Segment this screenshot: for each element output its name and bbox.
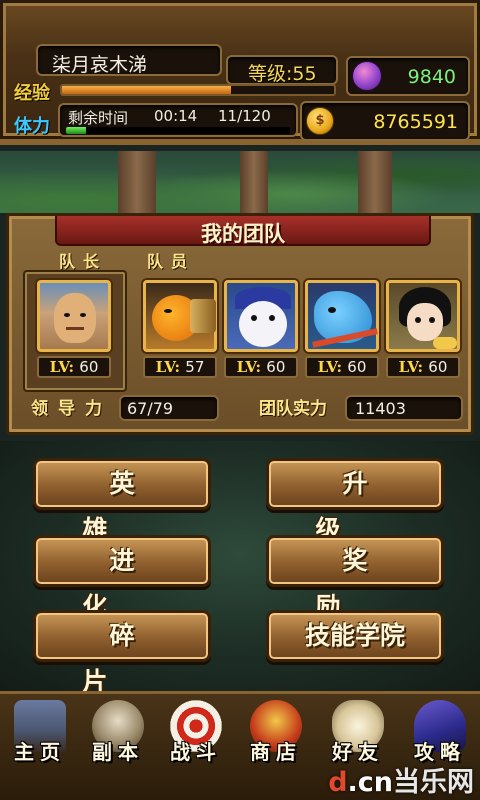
captain-portrait[interactable] <box>37 280 111 352</box>
eye <box>328 307 336 313</box>
eye <box>251 315 257 321</box>
lv-prefix: LV: <box>236 358 262 376</box>
leadership-value: 67/79 <box>127 399 174 418</box>
team-panel: 我的团队 队长 队员 LV: 60 LV: 57 LV: 60 LV: 60 L… <box>6 213 474 435</box>
nav-label: 战斗 <box>170 740 222 764</box>
level-field: 等级:55 <box>226 55 338 85</box>
eye <box>429 317 435 323</box>
eye <box>164 309 172 313</box>
exp-bar-fill <box>62 86 231 94</box>
team-power-value: 11403 <box>355 399 406 418</box>
gold-coin-icon: $ <box>306 107 334 135</box>
exp-bar <box>60 84 336 96</box>
gems-counter[interactable]: 9840 <box>346 56 470 96</box>
lv-prefix: LV: <box>49 358 75 376</box>
watermark-brand: 当乐网 <box>393 767 474 798</box>
lv-prefix: LV: <box>398 358 424 376</box>
stamina-label: 体力 <box>14 116 50 137</box>
eye <box>64 313 70 317</box>
mouth <box>66 327 84 330</box>
stamina-timer: 00:14 <box>154 107 198 125</box>
member-portrait[interactable] <box>224 280 298 352</box>
watermark-d: d <box>328 767 348 798</box>
forest-background <box>0 151 480 213</box>
members-label: 队员 <box>147 252 196 271</box>
menu-background: 英雄 升级 进化 奖励 碎片 技能学院 <box>0 441 480 696</box>
fragments-button[interactable]: 碎片 <box>33 610 211 696</box>
rewards-button[interactable]: 奖励 <box>266 535 444 621</box>
cannon <box>190 299 216 333</box>
member-portrait[interactable] <box>143 280 217 352</box>
eye <box>415 317 421 323</box>
member-level-tag: LV: 60 <box>386 356 460 378</box>
nav-label: 主页 <box>14 740 66 764</box>
member-level: 60 <box>347 358 367 376</box>
lv-prefix: LV: <box>155 358 181 376</box>
member-portrait[interactable] <box>305 280 379 352</box>
tree-trunk <box>240 151 268 213</box>
heroes-button[interactable]: 英雄 <box>33 458 211 544</box>
member-level: 60 <box>428 358 448 376</box>
upgrade-button[interactable]: 升级 <box>266 458 444 544</box>
member-level-tag: LV: 60 <box>305 356 379 378</box>
stamina-bar-fill <box>66 127 87 134</box>
member-level: 60 <box>266 358 286 376</box>
stamina-bar <box>66 127 290 134</box>
nav-battle[interactable]: 战斗 <box>160 694 232 800</box>
bottom-nav: 主页 副本 战斗 商店 好友 攻略 d.cn当乐网 <box>0 691 480 800</box>
team-title-banner: 我的团队 <box>55 216 431 246</box>
nav-shop[interactable]: 商店 <box>240 694 312 800</box>
gold-accessory <box>433 337 457 349</box>
tree-trunk <box>118 151 156 213</box>
leadership-label: 领导力 <box>31 399 112 419</box>
team-power-field: 11403 <box>345 395 463 421</box>
eye <box>269 315 275 321</box>
evolve-button[interactable]: 进化 <box>33 535 211 621</box>
member-level: 57 <box>185 358 205 376</box>
member-level-tag: LV: 60 <box>224 356 298 378</box>
nav-label: 副本 <box>92 740 144 764</box>
lv-prefix: LV: <box>317 358 343 376</box>
captain-level-tag: LV: 60 <box>37 356 111 378</box>
gems-value: 9840 <box>407 66 456 88</box>
eye <box>80 313 86 317</box>
member-level-tag: LV: 57 <box>143 356 217 378</box>
gold-counter[interactable]: $ 8765591 <box>300 101 470 141</box>
member-portrait[interactable] <box>386 280 460 352</box>
exp-label: 经验 <box>14 83 50 104</box>
watermark-logo: d.cn当乐网 <box>328 760 474 798</box>
stamina-field: 剩余时间 00:14 11/120 <box>58 103 298 137</box>
captain-label: 队长 <box>59 252 108 271</box>
captain-level: 60 <box>79 358 99 376</box>
nav-label: 商店 <box>250 740 302 764</box>
black-hair-girl-portrait <box>407 303 443 341</box>
bald-man-portrait <box>54 293 96 343</box>
nav-dungeon[interactable]: 副本 <box>82 694 154 800</box>
skill-academy-button[interactable]: 技能学院 <box>266 610 444 662</box>
nav-home[interactable]: 主页 <box>4 694 76 800</box>
tree-trunk <box>358 151 392 213</box>
leadership-field: 67/79 <box>119 395 219 421</box>
gem-icon <box>352 61 382 91</box>
team-power-label: 团队实力 <box>259 399 327 419</box>
watermark-cn: .cn <box>347 767 393 798</box>
player-name-field: 柒月哀木涕 <box>36 44 222 76</box>
team-title: 我的团队 <box>201 222 285 246</box>
stamina-count: 11/120 <box>218 107 271 125</box>
player-status-panel: 柒月哀木涕 等级:55 经验 体力 剩余时间 00:14 11/120 9840… <box>0 0 480 145</box>
player-name: 柒月哀木涕 <box>52 54 148 76</box>
stamina-remaining-label: 剩余时间 <box>68 109 129 127</box>
player-level: 等级:55 <box>248 63 317 85</box>
white-ghost-portrait <box>239 301 287 347</box>
gold-value: 8765591 <box>373 111 458 133</box>
